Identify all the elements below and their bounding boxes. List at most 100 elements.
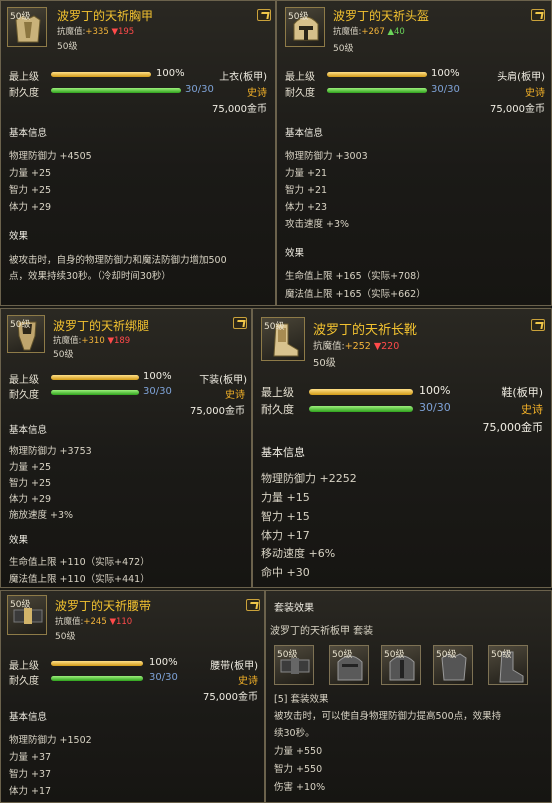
stat-line: 物理防御力 +3003 <box>285 151 368 162</box>
max-level-fill <box>327 72 427 77</box>
effect-line: 生命值上限 +110（实际+472） <box>9 557 150 568</box>
tooltip-helm: 50级 波罗丁的天祈头盔 抗魔值:+267 ▲40 50级 最上级 100% 头… <box>276 0 552 306</box>
stat-line: 力量 +25 <box>9 462 52 473</box>
base-info-title: 基本信息 <box>9 712 48 723</box>
rarity: 史诗 <box>238 676 258 687</box>
share-button[interactable] <box>531 9 545 21</box>
stat-line: 体力 +29 <box>9 494 52 505</box>
set-title: 套装效果 <box>274 603 314 614</box>
level-tag: 50级 <box>10 600 31 610</box>
tooltip-chest: 50级 波罗丁的天祈胸甲 抗魔值:+335 ▼195 50级 最上级 100% … <box>0 0 276 306</box>
stat-line: 智力 +15 <box>261 510 310 523</box>
resist-value: 抗魔值:+267 ▲40 <box>333 27 405 37</box>
set-piece-slot[interactable]: 50级 <box>488 645 528 685</box>
share-button[interactable] <box>246 599 260 611</box>
level-tag: 50级 <box>384 650 405 660</box>
item-name: 波罗丁的天祈胸甲 <box>57 9 154 23</box>
base-info-title: 基本信息 <box>285 128 324 139</box>
slot-type: 鞋(板甲) <box>501 386 543 399</box>
required-level: 50级 <box>333 44 354 54</box>
resist-value: 抗魔值:+335 ▼195 <box>57 27 135 37</box>
effect-line: 魔法值上限 +110（实际+441） <box>9 574 150 585</box>
durability-bar <box>51 88 181 93</box>
rarity: 史诗 <box>525 88 545 99</box>
set-piece-slot[interactable]: 50级 <box>381 645 421 685</box>
set-name: 波罗丁的天祈板甲 套装 <box>270 626 374 637</box>
durability-fill <box>327 88 427 93</box>
stat-line: 力量 +21 <box>285 168 328 179</box>
belt-item-icon: 50级 <box>7 595 47 635</box>
resist-value: 抗魔值:+245 ▼110 <box>55 617 133 627</box>
slot-type: 腰带(板甲) <box>210 661 258 672</box>
share-button[interactable] <box>257 9 271 21</box>
effect-title: 效果 <box>9 535 29 546</box>
level-tag: 50级 <box>10 320 31 330</box>
max-level-percent: 100% <box>143 371 172 382</box>
max-level-fill <box>51 72 151 77</box>
max-level-fill <box>51 375 139 380</box>
max-level-label: 最上级 <box>9 375 39 386</box>
price: 75,000金币 <box>203 692 258 703</box>
tooltip-set-effect: 套装效果 波罗丁的天祈板甲 套装 50级 50级 50级 50级 50级 [5]… <box>265 590 552 803</box>
share-button[interactable] <box>531 319 545 331</box>
stat-line: 智力 +37 <box>9 769 52 780</box>
durability-label: 耐久度 <box>9 88 39 99</box>
rarity: 史诗 <box>521 403 543 416</box>
stat-line: 力量 +15 <box>261 491 310 504</box>
level-tag: 50级 <box>491 650 512 660</box>
stat-line: 命中 +30 <box>261 566 310 579</box>
effect-title: 效果 <box>285 248 305 259</box>
durability-value: 30/30 <box>143 386 172 397</box>
tooltip-legs: 50级 波罗丁的天祈绑腿 抗魔值:+310 ▼189 50级 最上级 100% … <box>0 308 252 588</box>
helm-item-icon: 50级 <box>285 7 325 47</box>
base-info-title: 基本信息 <box>9 425 48 436</box>
price: 75,000金币 <box>490 104 545 115</box>
required-level: 50级 <box>313 358 336 369</box>
durability-value: 30/30 <box>431 84 460 95</box>
max-level-percent: 100% <box>156 68 185 79</box>
set-bonus-stat: 力量 +550 <box>274 746 323 757</box>
set-bonus-text: 续30秒。 <box>274 728 315 739</box>
chest-item-icon: 50级 <box>7 7 47 47</box>
item-name: 波罗丁的天祈长靴 <box>313 323 418 338</box>
stat-line: 物理防御力 +2252 <box>261 472 357 485</box>
max-level-label: 最上级 <box>285 72 315 83</box>
stat-line: 体力 +23 <box>285 202 328 213</box>
tooltip-belt: 50级 波罗丁的天祈腰带 抗魔值:+245 ▼110 50级 最上级 100% … <box>0 590 265 803</box>
stat-line: 体力 +17 <box>261 529 310 542</box>
share-button[interactable] <box>233 317 247 329</box>
max-level-label: 最上级 <box>9 661 39 672</box>
effect-title: 效果 <box>9 231 29 242</box>
effect-text: 被攻击时，自身的物理防御力和魔法防御力增加500 <box>9 255 227 266</box>
set-piece-slot[interactable]: 50级 <box>274 645 314 685</box>
set-piece-slot[interactable]: 50级 <box>433 645 473 685</box>
durability-fill <box>309 406 413 412</box>
resist-value: 抗魔值:+310 ▼189 <box>53 336 131 346</box>
max-level-bar <box>327 72 427 77</box>
stat-line: 施放速度 +3% <box>9 510 74 521</box>
rarity: 史诗 <box>225 390 245 401</box>
max-level-percent: 100% <box>149 657 178 668</box>
rarity: 史诗 <box>247 88 267 99</box>
stat-line: 移动速度 +6% <box>261 547 336 560</box>
max-level-fill <box>309 389 413 395</box>
base-info-title: 基本信息 <box>261 446 305 459</box>
slot-type: 上衣(板甲) <box>219 72 267 83</box>
item-name: 波罗丁的天祈头盔 <box>333 9 430 23</box>
max-level-bar <box>51 661 143 666</box>
boots-item-icon: 50级 <box>261 317 305 361</box>
level-tag: 50级 <box>332 650 353 660</box>
durability-bar <box>327 88 427 93</box>
durability-label: 耐久度 <box>261 403 294 416</box>
durability-value: 30/30 <box>185 84 214 95</box>
stat-line: 体力 +17 <box>9 786 52 797</box>
stat-line: 物理防御力 +3753 <box>9 446 92 457</box>
level-tag: 50级 <box>264 322 285 332</box>
set-piece-slot[interactable]: 50级 <box>329 645 369 685</box>
set-bonus-stat: 伤害 +10% <box>274 782 326 793</box>
stat-line: 体力 +29 <box>9 202 52 213</box>
effect-line: 生命值上限 +165（实际+708） <box>285 271 426 282</box>
tooltip-boots: 50级 波罗丁的天祈长靴 抗魔值:+252 ▼220 50级 最上级 100% … <box>252 308 552 588</box>
set-bonus-stat: 智力 +550 <box>274 764 323 775</box>
required-level: 50级 <box>55 632 76 642</box>
